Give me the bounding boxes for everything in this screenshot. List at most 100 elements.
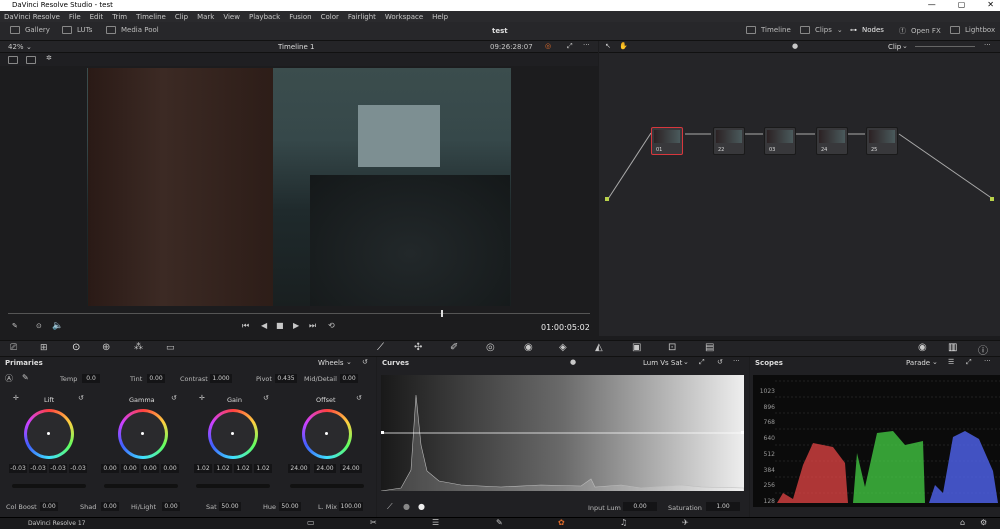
pointer-icon[interactable]: ↖ — [605, 42, 611, 50]
camera-raw-icon[interactable]: ⎚ — [10, 343, 17, 353]
nodes-button[interactable]: ⊶ Nodes — [850, 26, 884, 34]
node-zoom-slider[interactable] — [915, 46, 975, 47]
source-input-dot[interactable] — [605, 197, 609, 201]
lift-g[interactable]: -0.03 — [49, 464, 67, 473]
reset-icon[interactable]: ↺ — [362, 358, 368, 366]
rgb-mixer-icon[interactable]: ⁂ — [134, 342, 143, 352]
reset-icon[interactable]: ↺ — [171, 394, 177, 402]
menu-fusion[interactable]: Fusion — [289, 13, 311, 21]
deliver-page-icon[interactable]: ✈ — [682, 518, 689, 527]
tracker-icon[interactable]: ◉ — [524, 342, 533, 353]
play-reverse-icon[interactable]: ◀ — [261, 321, 267, 330]
clips-button[interactable]: Clips ⌄ — [800, 26, 843, 34]
gain-r[interactable]: 1.02 — [214, 464, 232, 473]
sat-value[interactable]: 50.00 — [219, 502, 241, 511]
color-picker-icon[interactable]: ◎ — [545, 42, 551, 50]
scrubber-bar[interactable] — [0, 310, 598, 318]
hdr-wheels-icon[interactable]: ⊕ — [102, 342, 110, 353]
stop-icon[interactable]: ■ — [276, 321, 284, 330]
single-view-icon[interactable] — [8, 56, 18, 64]
curve-point-left[interactable] — [381, 431, 384, 434]
node-24[interactable]: 24 — [816, 127, 848, 155]
hand-icon[interactable]: ✋ — [619, 42, 628, 50]
color-warper-icon[interactable]: ✣ — [414, 342, 422, 353]
menu-view[interactable]: View — [223, 13, 240, 21]
hue-value[interactable]: 50.00 — [279, 502, 301, 511]
colboost-value[interactable]: 0.00 — [40, 502, 58, 511]
fullscreen-icon[interactable]: ⤢ — [699, 358, 705, 367]
more-options-icon[interactable]: ··· — [733, 357, 740, 365]
qualifier-icon[interactable]: ✐ — [450, 342, 458, 353]
luts-button[interactable]: LUTs — [62, 26, 92, 34]
node-mode-select[interactable]: Clip — [888, 43, 901, 51]
3d-icon[interactable]: ▤ — [705, 342, 714, 353]
eyedropper-icon[interactable]: ✎ — [12, 322, 18, 330]
edit-page-icon[interactable]: ☰ — [432, 518, 439, 527]
menu-playback[interactable]: Playback — [249, 13, 280, 21]
menu-timeline[interactable]: Timeline — [136, 13, 166, 21]
menu-fairlight[interactable]: Fairlight — [348, 13, 376, 21]
timeline-button[interactable]: Timeline — [746, 26, 791, 34]
offset-wheel-center[interactable] — [325, 432, 328, 435]
tint-value[interactable]: 0.00 — [147, 374, 165, 383]
curve-edit-icon[interactable]: ⟋ — [387, 502, 393, 512]
media-page-icon[interactable]: ▭ — [307, 518, 315, 527]
gamma-g[interactable]: 0.00 — [141, 464, 159, 473]
gallery-button[interactable]: Gallery — [10, 26, 50, 34]
open-fx-button[interactable]: ⓕ Open FX — [899, 26, 941, 36]
color-page-icon[interactable]: ✿ — [558, 518, 565, 527]
node-graph[interactable] — [599, 53, 1000, 336]
curve-graph[interactable] — [381, 375, 744, 491]
maximize-icon[interactable]: ▢ — [958, 0, 966, 9]
scopes-icon[interactable]: ▥ — [948, 342, 957, 353]
minimize-icon[interactable]: — — [928, 0, 936, 9]
close-icon[interactable]: ✕ — [987, 0, 994, 9]
lift-wheel-center[interactable] — [47, 432, 50, 435]
curves-icon[interactable]: ⟋ — [377, 342, 384, 353]
curve-mode-select[interactable]: Lum Vs Sat — [643, 359, 682, 367]
gain-wheel-center[interactable] — [231, 432, 234, 435]
go-to-end-icon[interactable]: ⏭ — [309, 321, 316, 331]
menu-color[interactable]: Color — [321, 13, 339, 21]
play-icon[interactable]: ▶ — [293, 321, 299, 330]
input-lum-value[interactable]: 0.00 — [623, 502, 657, 511]
go-to-start-icon[interactable]: ⏮ — [242, 321, 249, 331]
more-options-icon[interactable]: ··· — [984, 41, 991, 49]
loop-playback-icon[interactable]: ⟲ — [328, 321, 335, 330]
gamma-master-wheel[interactable] — [104, 484, 178, 488]
fairlight-page-icon[interactable]: ♫ — [620, 518, 627, 527]
eyedropper-icon[interactable]: ✎ — [22, 373, 29, 382]
timeline-name[interactable]: Timeline 1 — [278, 43, 314, 51]
color-match-icon[interactable]: ⊞ — [40, 343, 48, 353]
reset-icon[interactable]: ↺ — [263, 394, 269, 402]
gamma-y[interactable]: 0.00 — [101, 464, 119, 473]
gain-y[interactable]: 1.02 — [194, 464, 212, 473]
speaker-icon[interactable]: 🔈 — [52, 321, 63, 331]
node-25[interactable]: 25 — [866, 127, 898, 155]
hilight-value[interactable]: 0.00 — [162, 502, 180, 511]
motion-effects-icon[interactable]: ▭ — [166, 343, 175, 353]
menu-edit[interactable]: Edit — [90, 13, 104, 21]
curve-point-right[interactable] — [741, 431, 744, 434]
color-wheels-icon[interactable]: ⊙ — [72, 342, 80, 353]
gain-b[interactable]: 1.02 — [254, 464, 272, 473]
reset-icon[interactable]: ↺ — [78, 394, 84, 402]
split-view-icon[interactable] — [26, 56, 36, 64]
fusion-page-icon[interactable]: ✎ — [496, 518, 503, 527]
highlight-icon[interactable]: ✲ — [46, 54, 52, 62]
more-options-icon[interactable]: ··· — [583, 41, 590, 49]
curve-dot-light-icon[interactable]: ● — [418, 502, 425, 511]
node-03[interactable]: 03 — [764, 127, 796, 155]
primaries-mode-select[interactable]: Wheels — [318, 359, 344, 367]
pivot-value[interactable]: 0.435 — [275, 374, 297, 383]
info-eye-icon[interactable]: ◉ — [918, 342, 927, 353]
window-icon[interactable]: ◎ — [486, 342, 495, 353]
contrast-value[interactable]: 1.000 — [210, 374, 232, 383]
lmix-value[interactable]: 100.00 — [339, 502, 363, 511]
temp-value[interactable]: 0.0 — [82, 374, 100, 383]
reset-icon[interactable]: ↺ — [356, 394, 362, 402]
offset-master-wheel[interactable] — [290, 484, 364, 488]
sizing-icon[interactable]: ⊡ — [668, 342, 676, 353]
scope-settings-icon[interactable]: ☰ — [948, 358, 954, 366]
node-22[interactable]: 22 — [713, 127, 745, 155]
